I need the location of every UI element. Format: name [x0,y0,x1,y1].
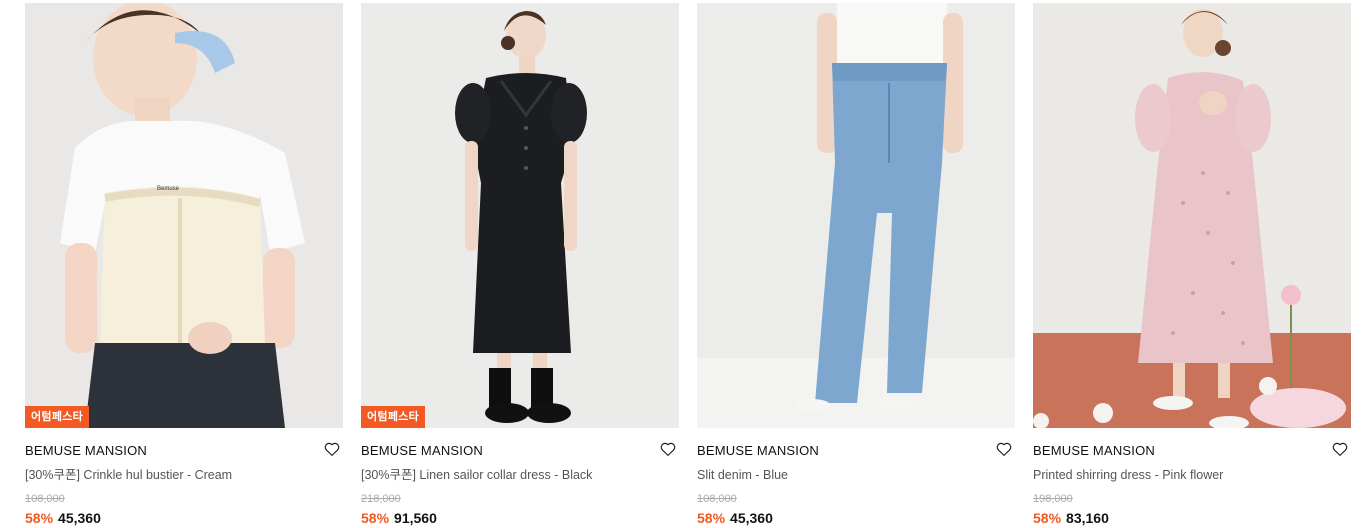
discount-rate: 58% [25,510,54,526]
product-meta: BEMUSE MANSION Printed shirring dress - … [1033,428,1351,527]
heart-outline-icon[interactable] [323,440,341,458]
product-image[interactable]: Bemuse 어텀페스타 [25,3,343,428]
price-row: 58% 45,360 [697,510,1015,527]
product-name[interactable]: [30%쿠폰] Crinkle hul bustier - Cream [25,467,343,483]
product-image[interactable]: 어텀페스타 [361,3,679,428]
discount-rate: 58% [361,510,390,526]
price-row: 58% 83,160 [1033,510,1351,527]
product-name[interactable]: Printed shirring dress - Pink flower [1033,467,1351,483]
product-meta: BEMUSE MANSION [30%쿠폰] Crinkle hul busti… [25,428,343,527]
sale-price: 45,360 [58,510,101,526]
original-price: 108,000 [25,493,65,505]
sale-price: 83,160 [1066,510,1109,526]
product-card[interactable]: Bemuse 어텀페스타 BEMUSE MANSION [30%쿠폰] Crin… [25,3,343,527]
product-grid: Bemuse 어텀페스타 BEMUSE MANSION [30%쿠폰] Crin… [0,0,1362,528]
product-card[interactable]: 어텀페스타 BEMUSE MANSION [30%쿠폰] Linen sailo… [361,3,679,527]
promo-badge: 어텀페스타 [25,406,90,428]
product-image[interactable] [697,3,1015,428]
product-photo [697,3,1015,428]
brand-name[interactable]: BEMUSE MANSION [361,443,679,459]
promo-badge: 어텀페스타 [361,406,426,428]
product-name[interactable]: [30%쿠폰] Linen sailor collar dress - Blac… [361,467,679,483]
svg-text:Bemuse: Bemuse [157,186,180,192]
price-row: 58% 91,560 [361,510,679,527]
product-image[interactable] [1033,3,1351,428]
product-meta: BEMUSE MANSION Slit denim - Blue 108,000… [697,428,1015,527]
price-row: 58% 45,360 [25,510,343,527]
heart-outline-icon[interactable] [659,440,677,458]
brand-name[interactable]: BEMUSE MANSION [697,443,1015,459]
brand-name[interactable]: BEMUSE MANSION [1033,443,1351,459]
product-card[interactable]: BEMUSE MANSION Slit denim - Blue 108,000… [697,3,1015,527]
product-photo [361,3,679,428]
product-meta: BEMUSE MANSION [30%쿠폰] Linen sailor coll… [361,428,679,527]
product-photo [1033,3,1351,428]
original-price: 218,000 [361,493,401,505]
product-card[interactable]: BEMUSE MANSION Printed shirring dress - … [1033,3,1351,527]
brand-name[interactable]: BEMUSE MANSION [25,443,343,459]
sale-price: 91,560 [394,510,437,526]
original-price: 198,000 [1033,493,1073,505]
original-price: 108,000 [697,493,737,505]
discount-rate: 58% [1033,510,1062,526]
product-name[interactable]: Slit denim - Blue [697,467,1015,483]
product-photo: Bemuse [25,3,343,428]
discount-rate: 58% [697,510,726,526]
sale-price: 45,360 [730,510,773,526]
heart-outline-icon[interactable] [995,440,1013,458]
heart-outline-icon[interactable] [1331,440,1349,458]
